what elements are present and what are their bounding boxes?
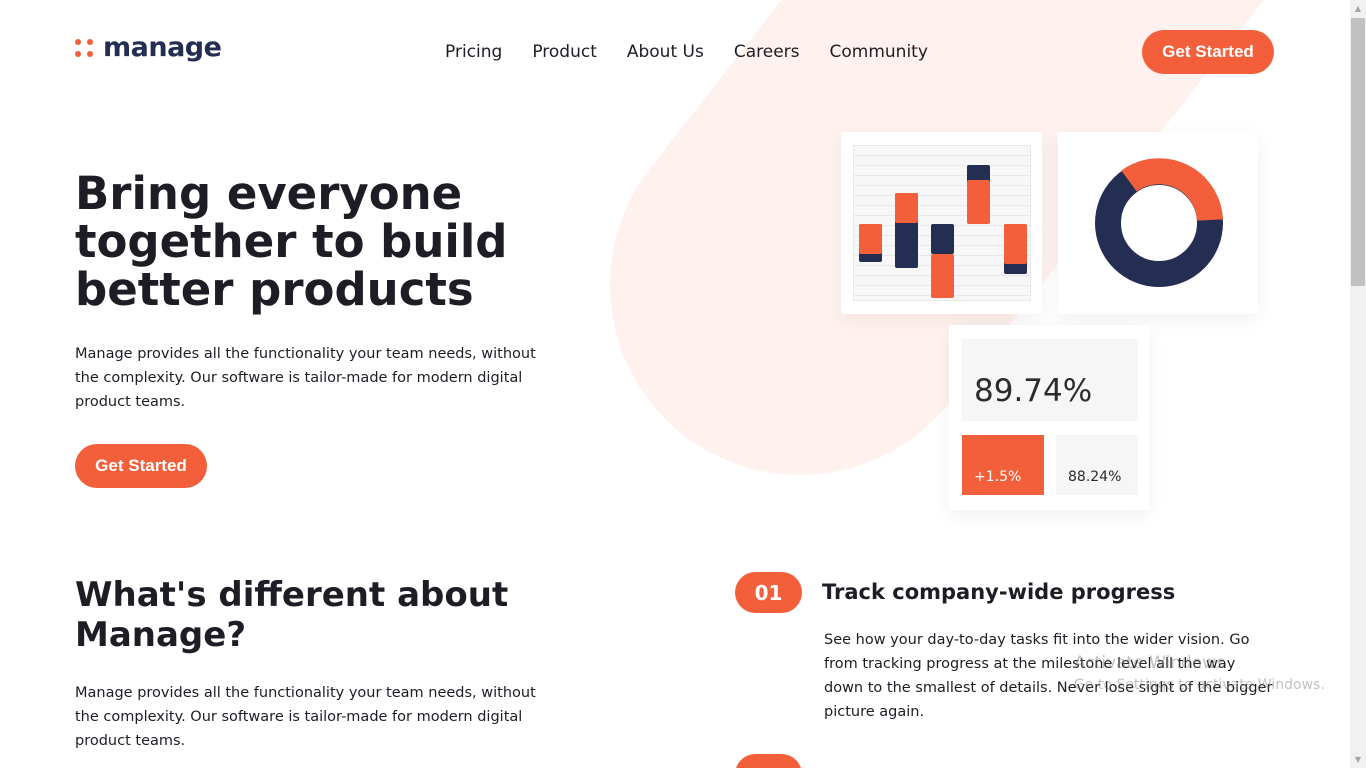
bar-segment <box>1004 224 1027 264</box>
feature-number-badge-next <box>735 754 802 768</box>
logo-icon <box>75 38 93 57</box>
difference-description: Manage provides all the functionality yo… <box>75 685 536 749</box>
big-stat-value: 89.74% <box>974 373 1093 409</box>
bar-chart-grid <box>853 145 1031 301</box>
bar-segment <box>967 180 990 224</box>
nav-item-about-us[interactable]: About Us <box>627 42 704 62</box>
nav-item-careers[interactable]: Careers <box>734 42 800 62</box>
change-stat-value: +1.5% <box>974 469 1022 485</box>
secondary-stat-value: 88.24% <box>1068 469 1122 485</box>
scroll-down-icon[interactable]: ▼ <box>1350 751 1366 768</box>
logo-text: manage <box>103 32 222 63</box>
hero-get-started-button[interactable]: Get Started <box>75 444 207 488</box>
bar-segment <box>859 224 882 254</box>
feature-number-badge: 01 <box>735 572 802 613</box>
feature-title: Track company-wide progress <box>822 580 1176 604</box>
nav-item-product[interactable]: Product <box>532 42 597 62</box>
donut-chart-card <box>1058 132 1258 314</box>
bar-segment <box>931 254 954 298</box>
donut-chart <box>1095 158 1223 287</box>
change-stat-box: +1.5% <box>962 435 1044 495</box>
bar-chart-card <box>841 132 1042 314</box>
hero-title: Bring everyone together to build better … <box>75 167 508 316</box>
watermark-line1: Activate Windows <box>1074 653 1225 673</box>
scroll-up-icon[interactable]: ▲ <box>1350 0 1366 17</box>
difference-title: What's different about Manage? <box>75 575 509 655</box>
nav-item-pricing[interactable]: Pricing <box>445 42 502 62</box>
bar-segment <box>895 193 918 223</box>
scrollbar-thumb[interactable] <box>1351 18 1365 286</box>
watermark-line2: Go to Settings to activate Windows. <box>1074 677 1325 693</box>
secondary-stat-box: 88.24% <box>1056 435 1138 495</box>
logo[interactable]: manage <box>75 32 222 63</box>
header-get-started-button[interactable]: Get Started <box>1142 30 1274 74</box>
stats-card: 89.74% +1.5% 88.24% <box>949 325 1149 510</box>
windows-activation-watermark: Activate Windows Go to Settings to activ… <box>1074 652 1325 696</box>
bar-segment <box>931 224 954 254</box>
main-nav: Pricing Product About Us Careers Communi… <box>445 42 928 62</box>
nav-item-community[interactable]: Community <box>830 42 928 62</box>
donut-segment <box>1121 158 1223 222</box>
hero-description: Manage provides all the functionality yo… <box>75 346 536 410</box>
